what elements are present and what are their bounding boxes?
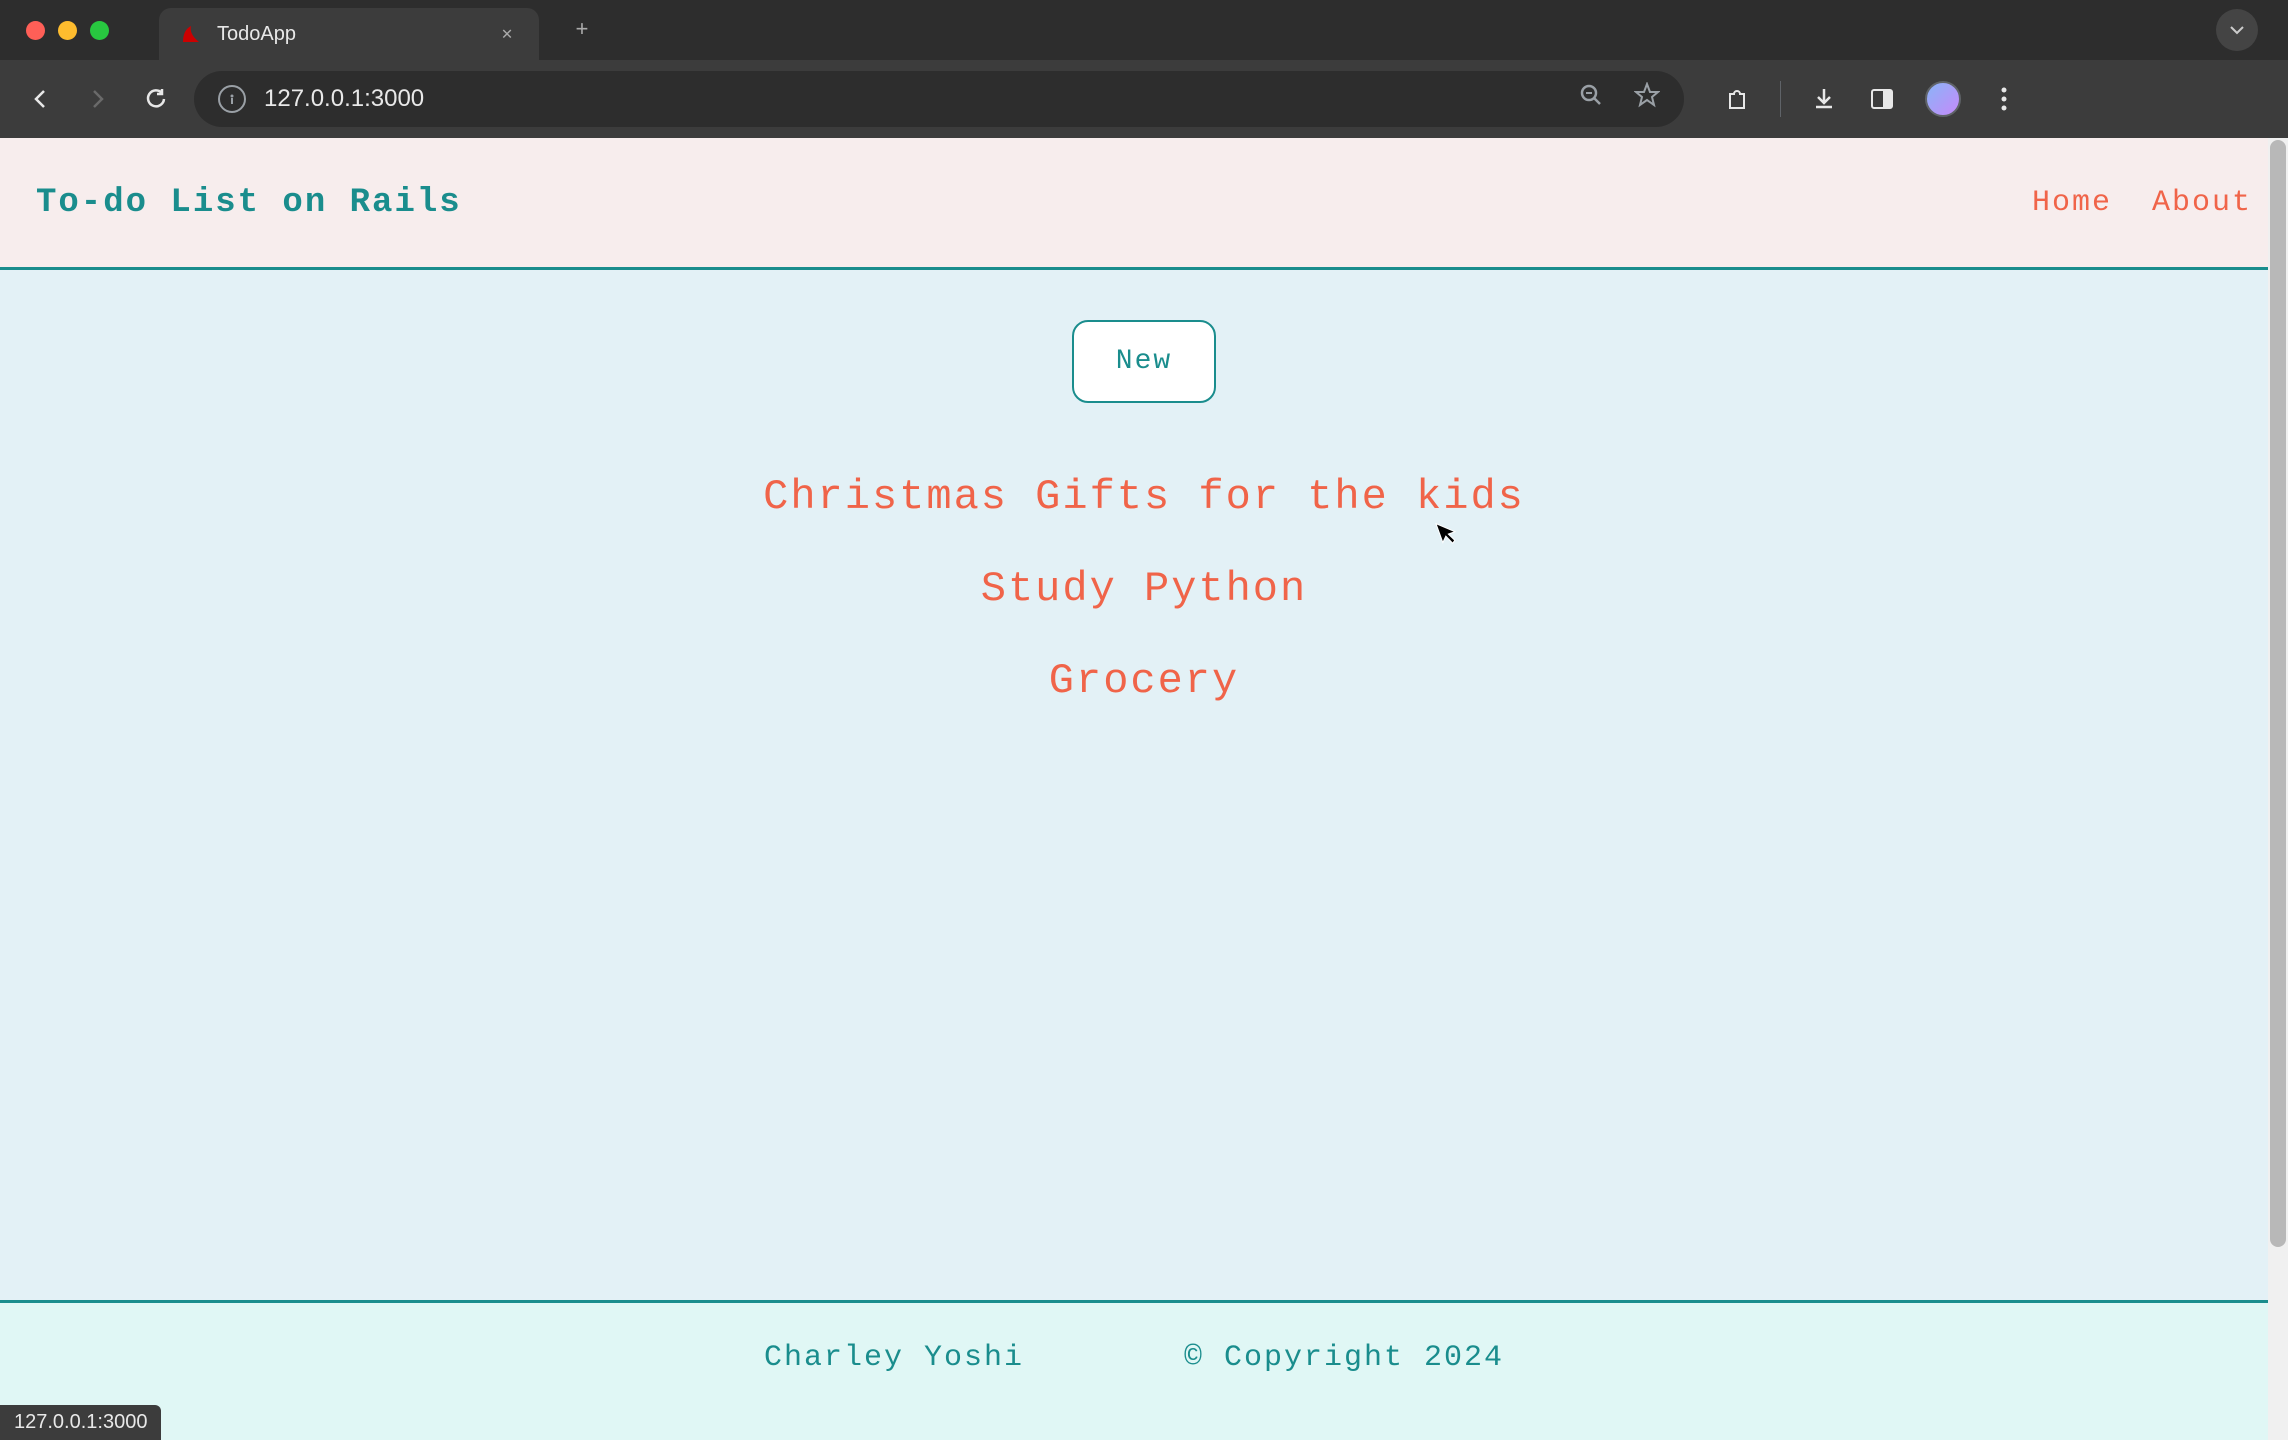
page-title: To-do List on Rails	[36, 184, 462, 222]
tab-title: TodoApp	[217, 23, 481, 46]
window-controls	[10, 21, 129, 40]
page-viewport: To-do List on Rails Home About New Chris…	[0, 138, 2288, 1440]
minimize-window-button[interactable]	[58, 21, 77, 40]
zoom-icon[interactable]	[1578, 82, 1604, 116]
profile-avatar[interactable]	[1925, 81, 1961, 117]
close-tab-icon[interactable]: ✕	[495, 22, 519, 46]
scrollbar-track[interactable]	[2268, 138, 2288, 1440]
side-panel-icon[interactable]	[1867, 84, 1897, 114]
bookmark-star-icon[interactable]	[1634, 82, 1660, 116]
page-header: To-do List on Rails Home About	[0, 138, 2288, 270]
page-footer: Charley Yoshi © Copyright 2024	[0, 1300, 2268, 1440]
reload-button[interactable]	[136, 79, 176, 119]
todo-item[interactable]: Christmas Gifts for the kids	[0, 473, 2288, 521]
forward-button[interactable]	[78, 79, 118, 119]
todo-item[interactable]: Study Python	[0, 565, 2288, 613]
browser-toolbar: 127.0.0.1:3000	[0, 60, 2288, 138]
back-button[interactable]	[20, 79, 60, 119]
maximize-window-button[interactable]	[90, 21, 109, 40]
url-text: 127.0.0.1:3000	[264, 85, 424, 113]
rails-favicon-icon	[179, 22, 203, 46]
tabs-dropdown-icon[interactable]	[2216, 9, 2258, 51]
main-content: New Christmas Gifts for the kids Study P…	[0, 270, 2288, 705]
browser-tab[interactable]: TodoApp ✕	[159, 8, 539, 60]
footer-author: Charley Yoshi	[764, 1341, 1024, 1375]
address-bar[interactable]: 127.0.0.1:3000	[194, 71, 1684, 127]
site-info-icon[interactable]	[218, 85, 246, 113]
header-nav: Home About	[2032, 186, 2252, 220]
downloads-icon[interactable]	[1809, 84, 1839, 114]
chrome-menu-icon[interactable]	[1989, 84, 2019, 114]
toolbar-divider	[1780, 81, 1781, 117]
nav-about-link[interactable]: About	[2152, 186, 2252, 220]
close-window-button[interactable]	[26, 21, 45, 40]
browser-status-bar: 127.0.0.1:3000	[0, 1405, 161, 1440]
toolbar-right	[1722, 81, 2019, 117]
todo-item[interactable]: Grocery	[0, 657, 2288, 705]
new-todo-button[interactable]: New	[1072, 320, 1216, 403]
scrollbar-thumb[interactable]	[2270, 140, 2286, 1247]
extensions-icon[interactable]	[1722, 84, 1752, 114]
browser-tab-bar: TodoApp ✕ +	[0, 0, 2288, 60]
todo-list: Christmas Gifts for the kids Study Pytho…	[0, 473, 2288, 705]
new-tab-button[interactable]: +	[567, 15, 597, 45]
footer-copyright: © Copyright 2024	[1184, 1341, 1504, 1375]
nav-home-link[interactable]: Home	[2032, 186, 2112, 220]
